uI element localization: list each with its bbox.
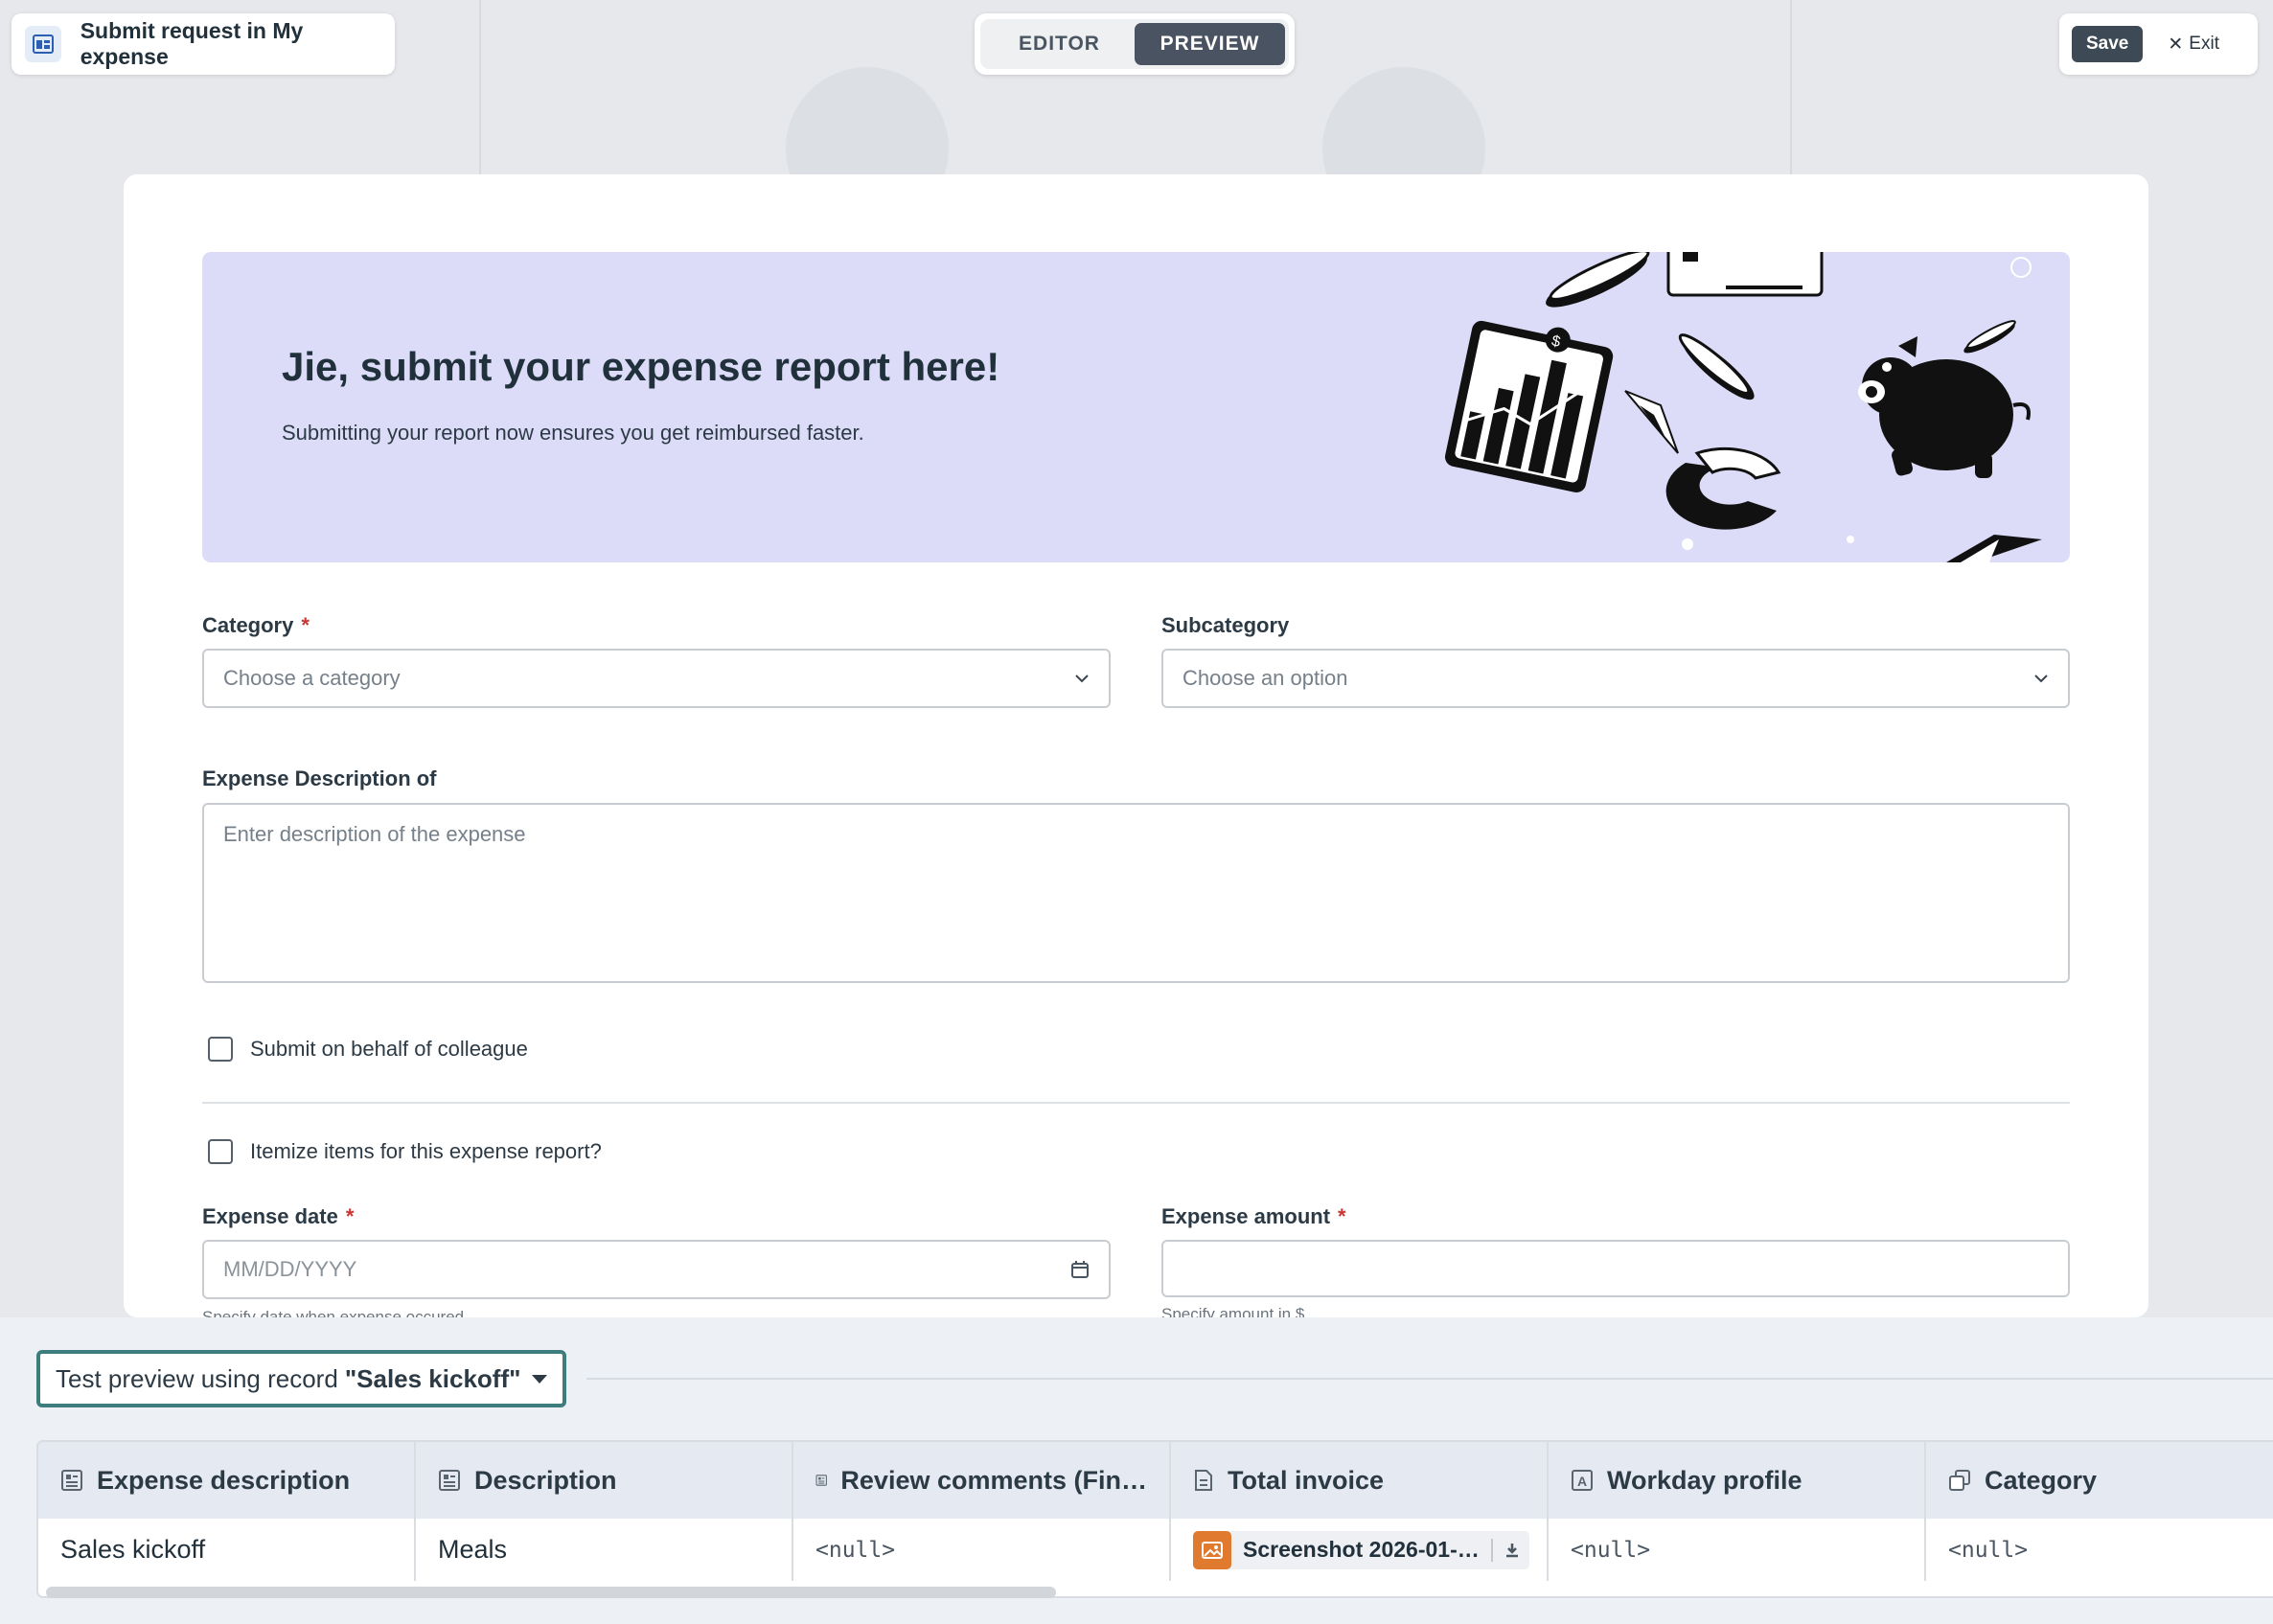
subcategory-label: Subcategory bbox=[1161, 613, 1290, 637]
form-title-card: Submit request in My expense bbox=[11, 13, 395, 75]
column-header[interactable]: A Workday profile bbox=[1549, 1442, 1926, 1519]
caret-down-icon bbox=[532, 1374, 547, 1384]
itemize-checkbox-row[interactable]: Itemize items for this expense report? bbox=[208, 1139, 602, 1164]
download-icon[interactable] bbox=[1504, 1543, 1520, 1558]
exit-button[interactable]: ✕ Exit bbox=[2168, 34, 2219, 56]
category-label-text: Category bbox=[202, 613, 294, 637]
close-icon: ✕ bbox=[2168, 34, 2184, 55]
chevron-down-icon bbox=[2034, 675, 2048, 683]
description-textarea[interactable]: Enter description of the expense bbox=[202, 803, 2070, 983]
category-select[interactable]: Choose a category bbox=[202, 649, 1111, 708]
cell-workday-profile[interactable]: <null> bbox=[1549, 1519, 1926, 1581]
form-preview-card: Jie, submit your expense report here! Su… bbox=[124, 174, 2148, 1317]
calendar-icon[interactable] bbox=[1070, 1260, 1090, 1279]
editor-mode-button[interactable]: EDITOR bbox=[984, 23, 1135, 65]
record-data-grid: Expense description Description Review c… bbox=[36, 1440, 2273, 1598]
cell-review-comments[interactable]: <null> bbox=[793, 1519, 1171, 1581]
expense-date-label: Expense date * bbox=[202, 1204, 354, 1229]
column-header[interactable]: Total invoice bbox=[1171, 1442, 1549, 1519]
exit-label: Exit bbox=[2189, 34, 2219, 54]
subcategory-placeholder: Choose an option bbox=[1182, 666, 1348, 690]
behalf-checkbox-row[interactable]: Submit on behalf of colleague bbox=[208, 1037, 528, 1062]
column-label: Expense description bbox=[97, 1465, 351, 1495]
description-label: Expense Description of bbox=[202, 766, 437, 790]
test-record-name: "Sales kickoff" bbox=[344, 1363, 521, 1393]
required-marker: * bbox=[301, 613, 310, 637]
test-preview-panel: Test preview using record "Sales kickoff… bbox=[0, 1317, 2273, 1624]
banner-subtitle: Submitting your report now ensures you g… bbox=[282, 421, 864, 445]
cell-description[interactable]: Meals bbox=[416, 1519, 793, 1581]
column-header[interactable]: Category bbox=[1926, 1442, 2273, 1519]
table-row: Sales kickoff Meals <null> Screenshot 20… bbox=[38, 1519, 2273, 1581]
null-value: <null> bbox=[1948, 1537, 2029, 1563]
section-divider bbox=[202, 1102, 2070, 1104]
mode-toggle: EDITOR PREVIEW bbox=[975, 13, 1295, 75]
column-label: Total invoice bbox=[1228, 1465, 1385, 1495]
banner-title: Jie, submit your expense report here! bbox=[282, 344, 1000, 389]
form-banner: Jie, submit your expense report here! Su… bbox=[202, 252, 2070, 562]
column-header[interactable]: Review comments (Fin… bbox=[793, 1442, 1171, 1519]
cell-total-invoice[interactable]: Screenshot 2026-01-… bbox=[1171, 1519, 1549, 1581]
link-field-icon: A bbox=[1572, 1470, 1593, 1491]
null-value: <null> bbox=[815, 1537, 896, 1563]
document-icon bbox=[1195, 1470, 1212, 1491]
cell-expense-description[interactable]: Sales kickoff bbox=[38, 1519, 416, 1581]
test-record-prefix: Test preview using record bbox=[56, 1363, 338, 1393]
expense-date-input[interactable]: MM/DD/YYYY bbox=[202, 1240, 1111, 1299]
expense-date-helper: Specify date when expense occured bbox=[202, 1308, 465, 1317]
save-button[interactable]: Save bbox=[2072, 26, 2144, 62]
expense-amount-helper: Specify amount in $ bbox=[1161, 1305, 1305, 1317]
expense-date-label-text: Expense date bbox=[202, 1204, 338, 1228]
column-label: Review comments (Fin… bbox=[840, 1465, 1147, 1495]
description-placeholder: Enter description of the expense bbox=[223, 822, 526, 846]
image-file-icon bbox=[1193, 1530, 1231, 1569]
text-field-icon bbox=[439, 1470, 460, 1491]
chevron-down-icon bbox=[1075, 675, 1089, 683]
guide-line bbox=[479, 0, 481, 174]
svg-text:A: A bbox=[1577, 1474, 1587, 1489]
header-actions: Save ✕ Exit bbox=[2059, 13, 2258, 75]
required-marker: * bbox=[345, 1204, 355, 1228]
column-label: Description bbox=[474, 1465, 617, 1495]
behalf-checkbox-label: Submit on behalf of colleague bbox=[250, 1037, 528, 1061]
itemize-checkbox[interactable] bbox=[208, 1139, 233, 1164]
column-header[interactable]: Expense description bbox=[38, 1442, 416, 1519]
cell-category[interactable]: <null> bbox=[1926, 1519, 2273, 1581]
form-layout-icon bbox=[25, 26, 61, 62]
form-title: Submit request in My expense bbox=[80, 18, 304, 69]
itemize-checkbox-label: Itemize items for this expense report? bbox=[250, 1139, 602, 1163]
chip-divider bbox=[1490, 1538, 1493, 1562]
null-value: <null> bbox=[1571, 1537, 1651, 1563]
text-field-icon bbox=[815, 1475, 827, 1486]
column-label: Workday profile bbox=[1607, 1465, 1802, 1495]
text-field-icon bbox=[61, 1470, 82, 1491]
reference-icon bbox=[1949, 1470, 1970, 1491]
category-label: Category * bbox=[202, 613, 310, 638]
finance-illustration: $ bbox=[1444, 252, 2042, 562]
expense-amount-input[interactable] bbox=[1161, 1240, 2070, 1297]
test-record-select[interactable]: Test preview using record "Sales kickoff… bbox=[36, 1350, 566, 1407]
column-label: Category bbox=[1985, 1465, 2098, 1495]
subcategory-select[interactable]: Choose an option bbox=[1161, 649, 2070, 708]
expense-amount-label-text: Expense amount bbox=[1161, 1204, 1331, 1228]
column-header[interactable]: Description bbox=[416, 1442, 793, 1519]
required-marker: * bbox=[1338, 1204, 1346, 1228]
expense-amount-label: Expense amount * bbox=[1161, 1204, 1346, 1229]
behalf-checkbox[interactable] bbox=[208, 1037, 233, 1062]
panel-divider bbox=[586, 1378, 2273, 1380]
grid-header-row: Expense description Description Review c… bbox=[38, 1442, 2273, 1519]
horizontal-scrollbar[interactable] bbox=[46, 1587, 1056, 1598]
category-placeholder: Choose a category bbox=[223, 666, 401, 690]
guide-line bbox=[1790, 0, 1792, 174]
preview-mode-button[interactable]: PREVIEW bbox=[1135, 23, 1285, 65]
file-attachment-chip[interactable]: Screenshot 2026-01-… bbox=[1193, 1530, 1529, 1569]
expense-date-placeholder: MM/DD/YYYY bbox=[223, 1257, 357, 1281]
file-name: Screenshot 2026-01-… bbox=[1243, 1537, 1480, 1562]
